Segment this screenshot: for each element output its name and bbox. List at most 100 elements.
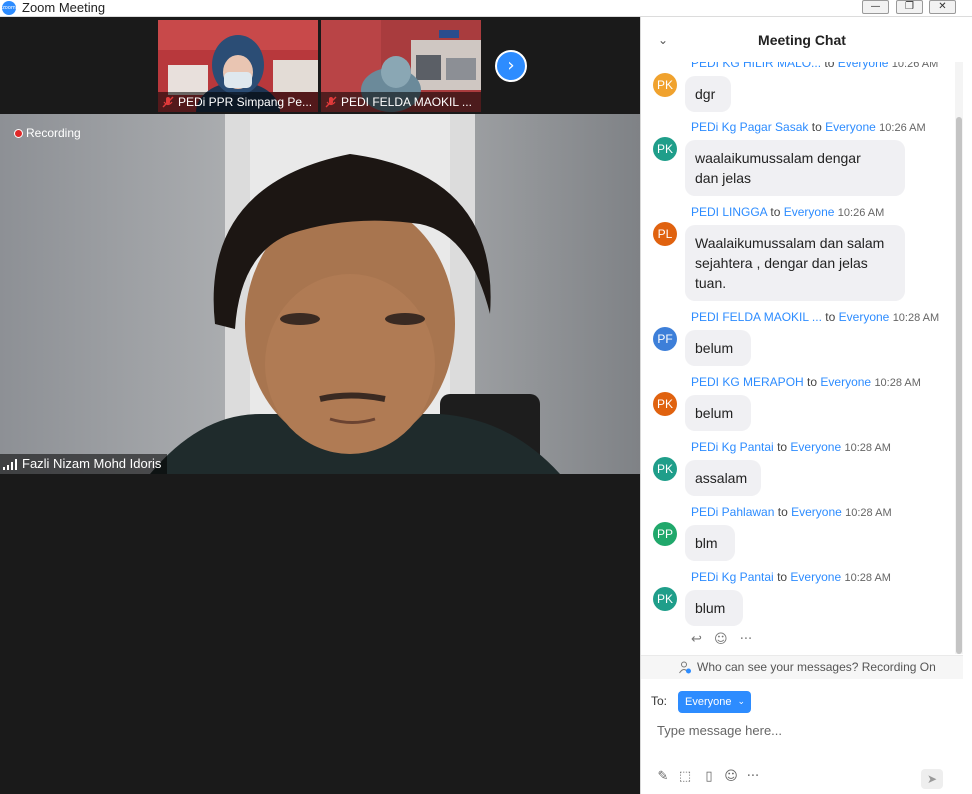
chevron-down-icon: ⌄ [737,697,745,707]
close-button[interactable]: ✕ [929,0,956,14]
message-bubble[interactable]: blm [685,525,735,561]
message-recipient[interactable]: Everyone [825,120,876,134]
avatar: PK [653,73,677,97]
participant-thumbnail[interactable]: PEDI FELDA MAOKIL ... [321,20,481,112]
message-meta: PEDi Kg Pantai to Everyone 10:28 AM [691,570,891,585]
message-bubble[interactable]: blum [685,590,743,626]
more-icon[interactable]: ··· [740,632,752,647]
message-bubble[interactable]: belum [685,395,751,431]
message-text-line: sejahtera , dengar dan jelas [695,255,868,271]
message-time: 10:28 AM [844,572,891,584]
speaker-name-label: Fazli Nizam Mohd Idoris [0,454,168,474]
message-meta: PEDI KG MERAPOH to Everyone 10:28 AM [691,375,921,390]
message-text-line: belum [695,340,734,356]
message-sender[interactable]: PEDi Kg Pantai [691,440,774,454]
message-text-line: assalam [695,470,748,486]
message-text-line: dan jelas [695,170,752,186]
avatar: PK [653,457,677,481]
participant-thumbnail[interactable]: PEDi PPR Simpang Pe... [158,20,318,112]
reply-icon[interactable]: ↩ [691,632,702,647]
recording-indicator: Recording [8,124,81,142]
message-meta: PEDi Kg Pagar Sasak to Everyone 10:26 AM [691,120,926,135]
format-icon[interactable]: ✎ [655,769,671,785]
to-label: To: [651,694,668,708]
avatar: PK [653,137,677,161]
file-icon[interactable]: ▯ [701,769,717,785]
message-recipient[interactable]: Everyone [838,62,889,70]
message-text-line: tuan. [695,275,727,291]
video-area: PEDi PPR Simpang Pe... PEDI FELDA MAOKIL… [0,17,640,794]
message-text-line: blum [695,600,726,616]
message-sender[interactable]: PEDi Pahlawan [691,505,774,519]
message-sender[interactable]: PEDi Kg Pagar Sasak [691,120,808,134]
chat-message-list[interactable]: PK PEDI KG HILIR MALO... to Everyone 10:2… [641,62,955,654]
maximize-button[interactable]: ❐ [896,0,923,14]
message-recipient[interactable]: Everyone [820,375,871,389]
message-actions: ↩ ☺ ··· [691,632,760,650]
message-recipient[interactable]: Everyone [784,205,835,219]
message-input[interactable] [657,720,947,740]
scrollbar-thumb[interactable] [956,117,962,654]
more-icon[interactable]: ··· [745,769,761,785]
message-time: 10:26 AM [837,207,885,219]
recording-icon [14,129,23,138]
message-meta: PEDi Pahlawan to Everyone 10:28 AM [691,505,892,520]
message-bubble[interactable]: dgr [685,76,731,112]
zoom-logo-icon: zoom [2,1,16,15]
message-time: 10:28 AM [845,507,892,519]
message-meta: PEDi Kg Pantai to Everyone 10:28 AM [691,440,891,455]
message-time: 10:26 AM [891,62,939,70]
recipient-value: Everyone [685,696,732,708]
screenshot-icon[interactable]: ⬚ [677,769,693,785]
participant-name: PEDi PPR Simpang Pe... [158,92,318,112]
gallery-strip: PEDi PPR Simpang Pe... PEDI FELDA MAOKIL… [0,17,640,114]
message-recipient[interactable]: Everyone [791,505,842,519]
message-to: to [770,205,781,219]
message-to: to [777,440,788,454]
title-bar: zoom Zoom Meeting — ❐ ✕ [0,0,972,17]
minimize-button[interactable]: — [862,0,889,14]
message-bubble[interactable]: waalaikumussalam dengar dan jelas [685,140,905,196]
message-recipient[interactable]: Everyone [839,310,890,324]
chat-header: ⌄ Meeting Chat [641,17,963,62]
recording-label: Recording [26,126,81,140]
signal-strength-icon [3,459,17,470]
chat-title: Meeting Chat [758,32,846,48]
message-sender[interactable]: PEDI LINGGA [691,205,767,219]
message-bubble[interactable]: belum [685,330,751,366]
message-recipient[interactable]: Everyone [790,570,841,584]
emoji-icon[interactable]: ☺ [714,632,728,647]
message-recipient[interactable]: Everyone [790,440,841,454]
message-time: 10:28 AM [892,312,940,324]
message-meta: PEDI LINGGA to Everyone 10:26 AM [691,205,884,220]
message-bubble[interactable]: Waalaikumussalam dan salam sejahtera , de… [685,225,905,301]
avatar: PK [653,392,677,416]
active-speaker-video[interactable]: Recording Fazli Nizam Mohd Idoris [0,114,640,474]
chat-scrollbar[interactable] [955,62,963,654]
meeting-chat-panel: ⌄ Meeting Chat PK PEDI KG HILIR MALO... t… [640,17,972,794]
message-to: to [777,570,788,584]
message-time: 10:26 AM [879,122,926,134]
avatar: PF [653,327,677,351]
chat-privacy-notice[interactable]: Who can see your messages? Recording On [641,655,963,679]
message-sender[interactable]: PEDi Kg Pantai [691,570,774,584]
message-sender[interactable]: PEDI KG HILIR MALO... [691,62,821,70]
send-button[interactable]: ➤ [921,769,943,789]
message-to: to [825,310,836,324]
recipient-dropdown[interactable]: Everyone ⌄ [678,691,751,713]
emoji-icon[interactable]: ☺ [723,769,739,785]
message-meta: PEDI KG HILIR MALO... to Everyone 10:26 … [691,62,938,71]
window-title: Zoom Meeting [22,0,106,15]
message-sender[interactable]: PEDI FELDA MAOKIL ... [691,310,822,324]
avatar: PP [653,522,677,546]
message-text-line: Waalaikumussalam dan salam [695,235,885,251]
participant-name: PEDI FELDA MAOKIL ... [321,92,481,112]
message-sender[interactable]: PEDI KG MERAPOH [691,375,804,389]
message-text-line: waalaikumussalam dengar [695,150,861,166]
message-to: to [777,505,788,519]
message-to: to [824,62,835,70]
chevron-right-icon: › [507,55,515,76]
next-page-button[interactable]: › [495,50,527,82]
message-meta: PEDI FELDA MAOKIL ... to Everyone 10:28 … [691,310,939,325]
message-bubble[interactable]: assalam [685,460,761,496]
